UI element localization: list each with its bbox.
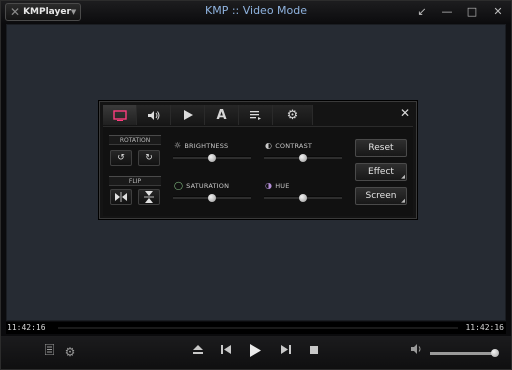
tab-subtitle[interactable]: A [205,105,239,125]
volume-slider-knob[interactable] [490,349,499,357]
flip-label: FLIP [109,176,161,186]
tab-screen[interactable] [103,105,137,125]
hue-icon: ◑ [265,181,273,190]
gear-icon: ⚙ [286,107,299,123]
saturation-slider-knob[interactable] [208,194,216,202]
title-bar[interactable]: ✕ KMPlayer ▼ KMP :: Video Mode ↙ — □ ✕ [1,1,511,23]
maximize-button[interactable]: □ [464,5,480,19]
tab-audio[interactable] [137,105,171,125]
reset-button-label: Reset [368,143,394,153]
speaker-icon [147,110,159,120]
total-time: 11:42:16 [465,323,504,332]
skip-next-icon [281,345,291,354]
tab-settings[interactable]: ⚙ [273,105,313,125]
playlist-button[interactable] [41,343,57,360]
contrast-label-text: CONTRAST [275,141,313,150]
volume-level [430,352,495,355]
time-bar: 11:42:16 11:42:16 [6,322,506,334]
playlist-icon [44,343,54,356]
play-button[interactable] [247,344,263,360]
volume-slider[interactable] [430,349,499,357]
sun-icon: ☼ [174,141,182,150]
rotation-label: ROTATION [109,135,161,145]
panel-body: ROTATION ↺ ↻ FLIP ☼ BRIGHTNESS ◐ CONTRAS… [103,126,413,216]
contrast-label: ◐ CONTRAST [265,141,312,150]
video-settings-panel: A ⚙ ✕ ROTATION ↺ ↻ FLIP ☼ BRIGHTNESS ◐ C… [99,101,417,219]
screen-button-label: Screen [365,191,397,201]
effect-button-label: Effect [368,167,394,177]
saturation-slider[interactable] [173,194,251,202]
hue-slider[interactable] [264,194,342,202]
elapsed-time: 11:42:16 [7,323,46,332]
play-icon [183,110,193,120]
kmplayer-window: ✕ KMPlayer ▼ KMP :: Video Mode ↙ — □ ✕ A… [0,0,512,370]
previous-button[interactable] [218,344,234,360]
flip-vertical-button[interactable] [138,189,160,205]
flip-horizontal-icon [115,192,127,202]
eject-icon [193,345,203,354]
panel-close-icon[interactable]: ✕ [400,106,410,120]
saturation-icon: ◯ [174,181,184,190]
list-icon [249,110,261,120]
stop-button[interactable] [306,344,322,360]
contrast-slider-knob[interactable] [299,154,307,162]
contrast-slider[interactable] [264,154,342,162]
screen-button[interactable]: Screen ◢ [355,187,407,205]
close-button[interactable]: ✕ [490,5,506,19]
window-title: KMP :: Video Mode [204,4,308,17]
mute-button[interactable] [409,344,425,360]
hue-label: ◑ HUE [265,181,290,190]
brightness-slider-knob[interactable] [208,154,216,162]
control-settings-button[interactable]: ⚙ [62,344,78,360]
skip-previous-icon [221,345,231,354]
speaker-icon [411,344,421,354]
rotate-left-button[interactable]: ↺ [110,150,132,166]
restore-down-button[interactable]: ↙ [414,5,430,19]
rotate-right-button[interactable]: ↻ [138,150,160,166]
dropdown-corner-icon: ◢ [401,174,405,180]
contrast-icon: ◐ [265,141,273,150]
minimize-button[interactable]: — [439,5,455,19]
control-bar: ⚙ [1,336,511,369]
flip-vertical-icon [144,191,154,203]
eject-button[interactable] [190,344,206,360]
brightness-slider[interactable] [173,154,251,162]
saturation-label: ◯ SATURATION [174,181,229,190]
saturation-label-text: SATURATION [186,181,230,190]
brightness-label: ☼ BRIGHTNESS [174,141,228,150]
stop-icon [310,346,318,354]
flip-horizontal-button[interactable] [110,189,132,205]
tab-playlist[interactable] [239,105,273,125]
seek-bar[interactable] [58,327,458,329]
gear-icon: ⚙ [64,345,76,359]
hue-label-text: HUE [275,181,290,190]
play-icon [249,344,261,357]
reset-button[interactable]: Reset [355,139,407,157]
hue-slider-knob[interactable] [299,194,307,202]
brightness-label-text: BRIGHTNESS [184,141,229,150]
tab-playback[interactable] [171,105,205,125]
panel-tabs: A ⚙ [103,105,409,125]
next-button[interactable] [278,344,294,360]
monitor-icon [112,109,127,121]
letter-a-icon: A [216,107,227,123]
rotate-left-icon: ↺ [117,153,125,163]
rotate-right-icon: ↻ [145,153,153,163]
effect-button[interactable]: Effect ◢ [355,163,407,181]
dropdown-corner-icon: ◢ [401,198,405,204]
